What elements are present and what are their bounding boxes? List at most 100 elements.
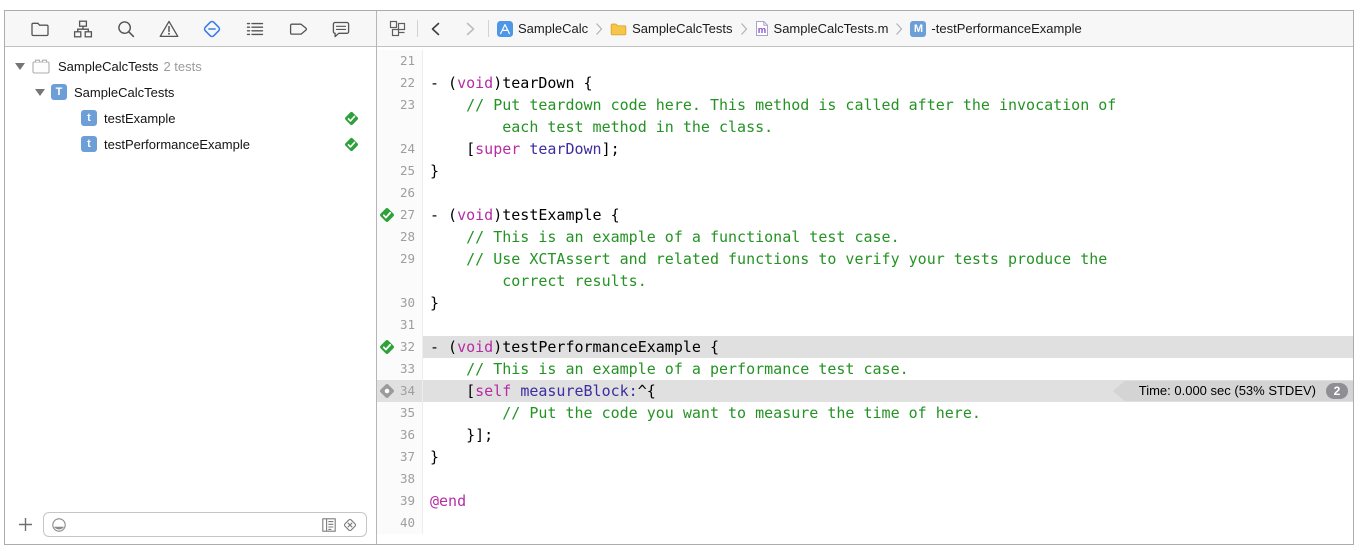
annotation-count-badge[interactable]: 2 (1326, 383, 1348, 399)
code-text[interactable]: // Put teardown code here. This method i… (423, 94, 1353, 116)
breadcrumb-item[interactable]: SampleCalc (497, 21, 588, 37)
performance-result-annotation[interactable]: Time: 0.000 sec (53% STDEV)2 (1113, 381, 1353, 401)
code-text[interactable]: } (423, 160, 1353, 182)
code-line[interactable]: 38 (377, 468, 1353, 490)
test-tree-row[interactable]: ttestPerformanceExample (5, 131, 376, 157)
code-text[interactable] (423, 314, 1353, 336)
code-line[interactable]: 36 }]; (377, 424, 1353, 446)
code-token: // Put the code you want to measure the … (502, 402, 981, 424)
gutter-line-number[interactable]: 31 (377, 314, 423, 336)
code-line[interactable]: 31 (377, 314, 1353, 336)
tab-breakpoint-navigator[interactable] (285, 16, 311, 42)
test-pass-icon[interactable] (344, 137, 359, 152)
scheme-tests-icon[interactable] (321, 517, 337, 533)
gutter-line-number[interactable]: 21 (377, 50, 423, 72)
code-line[interactable]: 28 // This is an example of a functional… (377, 226, 1353, 248)
gutter-line-number[interactable]: 34 (377, 380, 423, 402)
code-text[interactable]: // Put the code you want to measure the … (423, 402, 1353, 424)
failed-tests-filter-icon[interactable] (341, 516, 359, 534)
gutter-line-number[interactable]: 27 (377, 204, 423, 226)
breadcrumb-item[interactable]: M-testPerformanceExample (910, 21, 1081, 37)
gutter-line-number[interactable]: 32 (377, 336, 423, 358)
disclosure-triangle-icon[interactable] (35, 89, 45, 96)
code-line[interactable]: 25} (377, 160, 1353, 182)
code-line[interactable]: 22- (void)tearDown { (377, 72, 1353, 94)
code-text[interactable]: each test method in the class. (423, 116, 1353, 138)
code-text[interactable] (423, 468, 1353, 490)
forward-button[interactable] (462, 21, 478, 37)
tab-find-navigator[interactable] (113, 16, 139, 42)
code-text[interactable] (423, 182, 1353, 204)
code-text[interactable]: correct results. (423, 270, 1353, 292)
test-tree-row[interactable]: TSampleCalcTests (5, 79, 376, 105)
test-pass-icon[interactable] (344, 111, 359, 126)
related-items-icon[interactable] (388, 19, 407, 38)
gutter-line-number[interactable]: 22 (377, 72, 423, 94)
gutter-line-number[interactable]: 36 (377, 424, 423, 446)
back-button[interactable] (428, 21, 444, 37)
code-text[interactable]: // Use XCTAssert and related functions t… (423, 248, 1353, 270)
test-pass-icon[interactable] (379, 207, 395, 223)
code-text[interactable]: [super tearDown]; (423, 138, 1353, 160)
test-tree-row[interactable]: SampleCalcTests2 tests (5, 53, 376, 79)
code-line[interactable]: 27- (void)testExample { (377, 204, 1353, 226)
gutter-line-number[interactable]: 25 (377, 160, 423, 182)
tab-test-navigator[interactable] (199, 16, 225, 42)
test-pass-icon[interactable] (379, 339, 395, 355)
gutter-line-number[interactable]: 35 (377, 402, 423, 424)
code-line[interactable]: 34 [self measureBlock:^{Time: 0.000 sec … (377, 380, 1353, 402)
code-line[interactable]: 32- (void)testPerformanceExample { (377, 336, 1353, 358)
tab-symbol-navigator[interactable] (70, 16, 96, 42)
gutter-line-number[interactable] (377, 270, 423, 292)
gutter-line-number[interactable]: 26 (377, 182, 423, 204)
breadcrumb-item[interactable]: mSampleCalcTests.m (755, 20, 889, 37)
code-line[interactable]: 39@end (377, 490, 1353, 512)
measure-test-icon[interactable] (379, 383, 395, 399)
gutter-line-number[interactable]: 33 (377, 358, 423, 380)
code-text[interactable]: } (423, 292, 1353, 314)
code-line[interactable]: 23 // Put teardown code here. This metho… (377, 94, 1353, 116)
tab-report-navigator[interactable] (328, 16, 354, 42)
gutter-line-number[interactable]: 39 (377, 490, 423, 512)
tab-issue-navigator[interactable] (156, 16, 182, 42)
source-editor[interactable]: 2122- (void)tearDown {23 // Put teardown… (377, 47, 1353, 544)
gutter-line-number[interactable] (377, 116, 423, 138)
gutter-line-number[interactable]: 28 (377, 226, 423, 248)
gutter-line-number[interactable]: 40 (377, 512, 423, 534)
code-line[interactable]: 33 // This is an example of a performanc… (377, 358, 1353, 380)
code-line[interactable]: each test method in the class. (377, 116, 1353, 138)
code-text[interactable]: // This is an example of a performance t… (423, 358, 1353, 380)
code-text[interactable]: [self measureBlock:^{Time: 0.000 sec (53… (423, 380, 1353, 402)
code-line[interactable]: 21 (377, 50, 1353, 72)
code-text[interactable] (423, 50, 1353, 72)
code-text[interactable]: - (void)testExample { (423, 204, 1353, 226)
code-text[interactable]: } (423, 446, 1353, 468)
test-tree-row[interactable]: ttestExample (5, 105, 376, 131)
code-text[interactable]: // This is an example of a functional te… (423, 226, 1353, 248)
code-line[interactable]: 30} (377, 292, 1353, 314)
gutter-line-number[interactable]: 24 (377, 138, 423, 160)
filter-field[interactable] (43, 512, 367, 537)
code-text[interactable] (423, 512, 1353, 534)
gutter-line-number[interactable]: 30 (377, 292, 423, 314)
code-line[interactable]: 29 // Use XCTAssert and related function… (377, 248, 1353, 270)
gutter-line-number[interactable]: 23 (377, 94, 423, 116)
code-text[interactable]: - (void)tearDown { (423, 72, 1353, 94)
gutter-line-number[interactable]: 37 (377, 446, 423, 468)
code-line[interactable]: 26 (377, 182, 1353, 204)
code-line[interactable]: correct results. (377, 270, 1353, 292)
tab-debug-navigator[interactable] (242, 16, 268, 42)
code-line[interactable]: 40 (377, 512, 1353, 534)
code-line[interactable]: 24 [super tearDown]; (377, 138, 1353, 160)
code-text[interactable]: }]; (423, 424, 1353, 446)
code-text[interactable]: - (void)testPerformanceExample { (423, 336, 1353, 358)
gutter-line-number[interactable]: 38 (377, 468, 423, 490)
code-text[interactable]: @end (423, 490, 1353, 512)
add-button[interactable] (14, 514, 36, 536)
tab-project-navigator[interactable] (27, 16, 53, 42)
code-line[interactable]: 35 // Put the code you want to measure t… (377, 402, 1353, 424)
gutter-line-number[interactable]: 29 (377, 248, 423, 270)
code-line[interactable]: 37} (377, 446, 1353, 468)
disclosure-triangle-icon[interactable] (15, 63, 25, 70)
breadcrumb-item[interactable]: SampleCalcTests (610, 21, 732, 36)
